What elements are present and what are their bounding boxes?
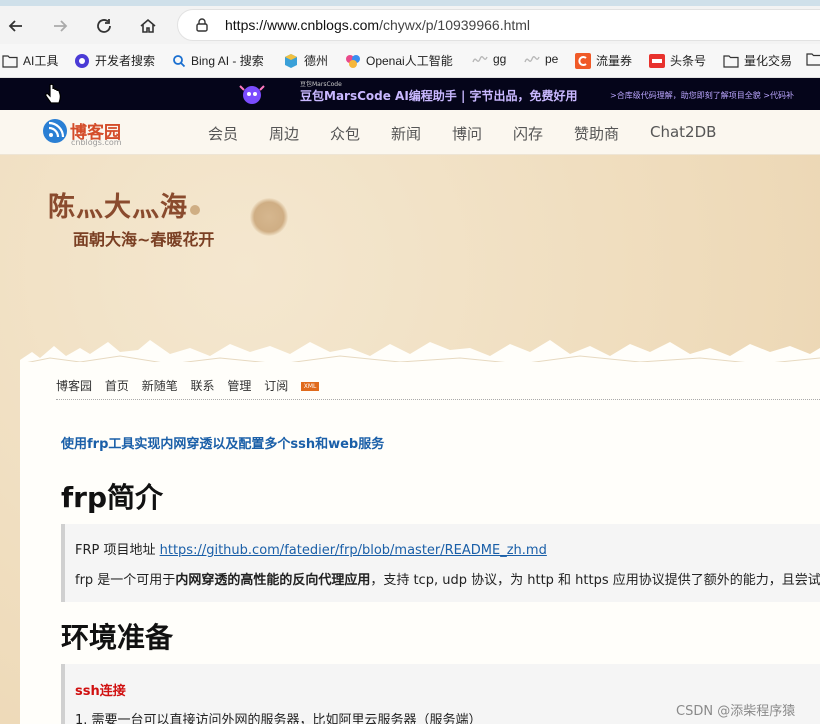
wave-icon bbox=[524, 56, 540, 63]
folder-icon bbox=[2, 54, 18, 68]
heading-frp-intro: frp简介 bbox=[61, 481, 164, 514]
dev-search-icon bbox=[75, 53, 89, 68]
subnav-home[interactable]: 首页 bbox=[105, 379, 129, 393]
cnblogs-logo-icon[interactable] bbox=[42, 118, 68, 144]
ad-subline: >合库级代码理解，助您即刻了解项目全貌 >代码补 bbox=[610, 91, 794, 100]
blog-title[interactable]: 陈灬大灬海 bbox=[48, 185, 188, 224]
folder-icon bbox=[806, 53, 820, 66]
bookmark-ai-tools[interactable]: AI工具 bbox=[2, 52, 58, 69]
ad-mascot-icon bbox=[239, 85, 265, 104]
lock-icon[interactable] bbox=[194, 17, 210, 33]
bookmark-pe[interactable]: pe bbox=[524, 52, 558, 66]
bookmark-liuliangquan[interactable]: 流量券 bbox=[575, 52, 632, 69]
subnav-divider bbox=[56, 399, 820, 400]
bookmark-openai[interactable]: Openai人工智能 bbox=[345, 52, 453, 69]
home-button[interactable] bbox=[134, 12, 162, 40]
env-item-1: 1. 需要一台可以直接访问外网的服务器，比如阿里云服务器（服务端） bbox=[75, 713, 482, 724]
nav-member[interactable]: 会员 bbox=[208, 123, 238, 144]
bookmark-quant[interactable]: 量化交易 bbox=[723, 52, 792, 69]
back-button[interactable] bbox=[2, 12, 30, 40]
csdn-watermark: CSDN @添柴程序猿 bbox=[676, 704, 796, 719]
wave-icon bbox=[472, 56, 488, 63]
copilot-icon bbox=[346, 54, 360, 68]
post-title-link[interactable]: 使用frp工具实现内网穿透以及配置多个ssh和web服务 bbox=[61, 433, 384, 452]
bookmark-more-folder[interactable] bbox=[806, 52, 820, 66]
bookmark-dev-search[interactable]: 开发者搜索 bbox=[74, 52, 155, 69]
address-bar-row: https://www.cnblogs.com/chywx/p/10939966… bbox=[0, 6, 820, 44]
folder-icon bbox=[723, 54, 739, 68]
coffee-stain-decoration bbox=[250, 198, 288, 236]
nav-crowd[interactable]: 众包 bbox=[330, 123, 360, 144]
blog-subnav: 博客园 首页 新随笔 联系 管理 订阅 XML bbox=[56, 377, 328, 394]
url-text: https://www.cnblogs.com/chywx/p/10939966… bbox=[225, 17, 531, 33]
site-nav: 博客园 cnblogs.com 会员 周边 众包 新闻 博问 闪存 赞助商 Ch… bbox=[0, 110, 820, 155]
ad-headline: 豆包MarsCode AI编程助手 | 字节出品，免费好用 bbox=[300, 89, 578, 103]
ssh-label: ssh连接 bbox=[75, 684, 126, 699]
search-icon bbox=[173, 54, 186, 67]
nav-chat2db[interactable]: Chat2DB bbox=[650, 123, 716, 141]
c-logo-icon bbox=[575, 52, 591, 69]
bookmark-bing-ai[interactable]: Bing AI - 搜索 bbox=[172, 52, 264, 69]
frp-description-line: frp 是一个可用于内网穿透的高性能的反向代理应用，支持 tcp, udp 协议… bbox=[75, 573, 820, 588]
ad-banner[interactable]: 豆包MarsCode 豆包MarsCode AI编程助手 | 字节出品，免费好用… bbox=[0, 78, 820, 110]
bookmark-dezhou[interactable]: 德州 bbox=[283, 52, 328, 69]
bookmarks-bar: AI工具 开发者搜索 Bing AI - 搜索 德州 Openai人工智能 gg… bbox=[0, 44, 820, 78]
hand-cursor-icon bbox=[45, 83, 62, 104]
frp-github-link[interactable]: https://github.com/fatedier/frp/blob/mas… bbox=[160, 543, 547, 558]
toutiao-icon bbox=[649, 53, 665, 68]
home-icon bbox=[140, 18, 156, 33]
subnav-new-post[interactable]: 新随笔 bbox=[142, 379, 178, 393]
nav-sponsor[interactable]: 赞助商 bbox=[574, 123, 619, 144]
arrow-left-icon bbox=[8, 20, 22, 32]
reload-icon bbox=[97, 19, 111, 33]
frp-project-line: FRP 项目地址 https://github.com/fatedier/frp… bbox=[75, 543, 547, 558]
nav-flash[interactable]: 闪存 bbox=[513, 123, 543, 144]
forward-button[interactable] bbox=[46, 12, 74, 40]
coffee-dot-decoration bbox=[190, 205, 200, 215]
cube-icon bbox=[285, 53, 297, 68]
cnblogs-logo-sub: cnblogs.com bbox=[71, 138, 122, 147]
subnav-manage[interactable]: 管理 bbox=[227, 379, 251, 393]
subnav-subscribe[interactable]: 订阅 bbox=[264, 379, 288, 393]
bookmark-gg[interactable]: gg bbox=[472, 52, 506, 66]
subnav-cnblogs[interactable]: 博客园 bbox=[56, 379, 92, 393]
nav-merch[interactable]: 周边 bbox=[269, 123, 299, 144]
nav-news[interactable]: 新闻 bbox=[391, 123, 421, 144]
rss-xml-icon[interactable]: XML bbox=[301, 382, 320, 391]
blog-subtitle: 面朝大海~春暖花开 bbox=[73, 230, 215, 249]
arrow-right-icon bbox=[54, 20, 68, 32]
url-input[interactable]: https://www.cnblogs.com/chywx/p/10939966… bbox=[177, 9, 820, 41]
reload-button[interactable] bbox=[90, 12, 118, 40]
heading-env-prep: 环境准备 bbox=[61, 621, 174, 654]
subnav-contact[interactable]: 联系 bbox=[191, 379, 215, 393]
nav-qa[interactable]: 博问 bbox=[452, 123, 482, 144]
blockquote-frp: FRP 项目地址 https://github.com/fatedier/frp… bbox=[61, 524, 820, 602]
bookmark-toutiao[interactable]: 头条号 bbox=[649, 52, 706, 69]
